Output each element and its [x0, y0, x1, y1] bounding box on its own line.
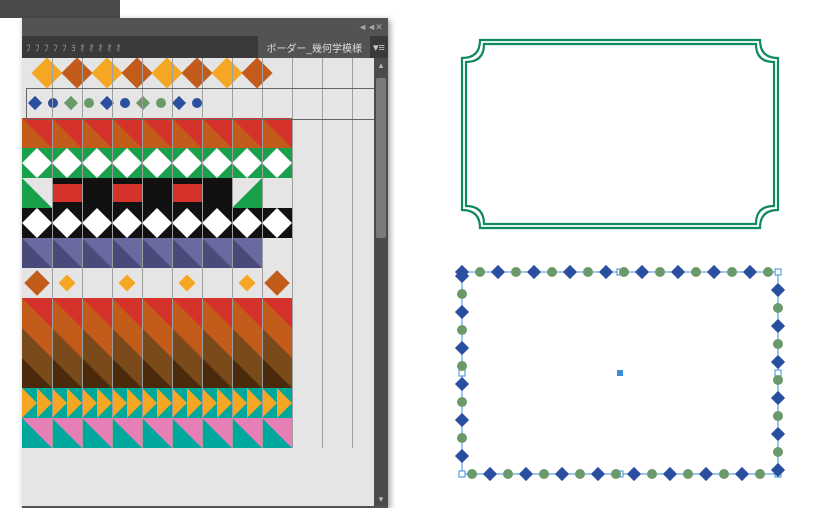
swatch-row[interactable]: [22, 88, 374, 118]
artboard: [420, 10, 817, 493]
close-icon[interactable]: ✕: [374, 22, 384, 32]
swatch-row[interactable]: [22, 268, 374, 298]
swatch-row[interactable]: [22, 238, 374, 268]
panel-menu-icon[interactable]: ▾≡: [370, 36, 388, 58]
decorative-frame-green: [462, 40, 778, 228]
app-chrome-strip: [0, 0, 120, 18]
swatch-row[interactable]: [22, 358, 374, 388]
tab-active[interactable]: ボーダー_幾何学模様: [258, 36, 370, 58]
swatch-row[interactable]: [22, 208, 374, 238]
swatch-row[interactable]: [22, 298, 374, 328]
swatches-panel: ◄◄ ✕ ﾌ ﾌ ﾌ ﾌ ﾌ ﾖ ｵ ｵ ｵ ｵ ｵ ボーダー_幾何学模様 ▾≡: [22, 18, 388, 508]
scrollbar[interactable]: ▴ ▾: [374, 58, 388, 506]
tab-strip: ﾌ ﾌ ﾌ ﾌ ﾌ ﾖ ｵ ｵ ｵ ｵ ｵ ボーダー_幾何学模様 ▾≡: [22, 36, 388, 58]
swatch-row[interactable]: [22, 58, 374, 88]
collapse-icon[interactable]: ◄◄: [362, 22, 372, 32]
selected-pattern-rectangle[interactable]: [455, 265, 785, 481]
swatch-row[interactable]: [22, 178, 374, 208]
swatch-row[interactable]: [22, 148, 374, 178]
tab-ghost-chars: ﾌ ﾌ ﾌ ﾌ ﾌ ﾖ ｵ ｵ ｵ ｵ ｵ: [22, 36, 258, 58]
swatch-row[interactable]: [22, 118, 374, 148]
scroll-down-icon[interactable]: ▾: [374, 492, 388, 506]
swatch-row[interactable]: [22, 328, 374, 358]
scroll-up-icon[interactable]: ▴: [374, 58, 388, 72]
swatch-grid: ▴ ▾: [22, 58, 388, 506]
scroll-thumb[interactable]: [376, 78, 386, 238]
panel-header: ◄◄ ✕: [22, 18, 388, 36]
swatch-row[interactable]: [22, 388, 374, 418]
swatch-row[interactable]: [22, 418, 374, 448]
